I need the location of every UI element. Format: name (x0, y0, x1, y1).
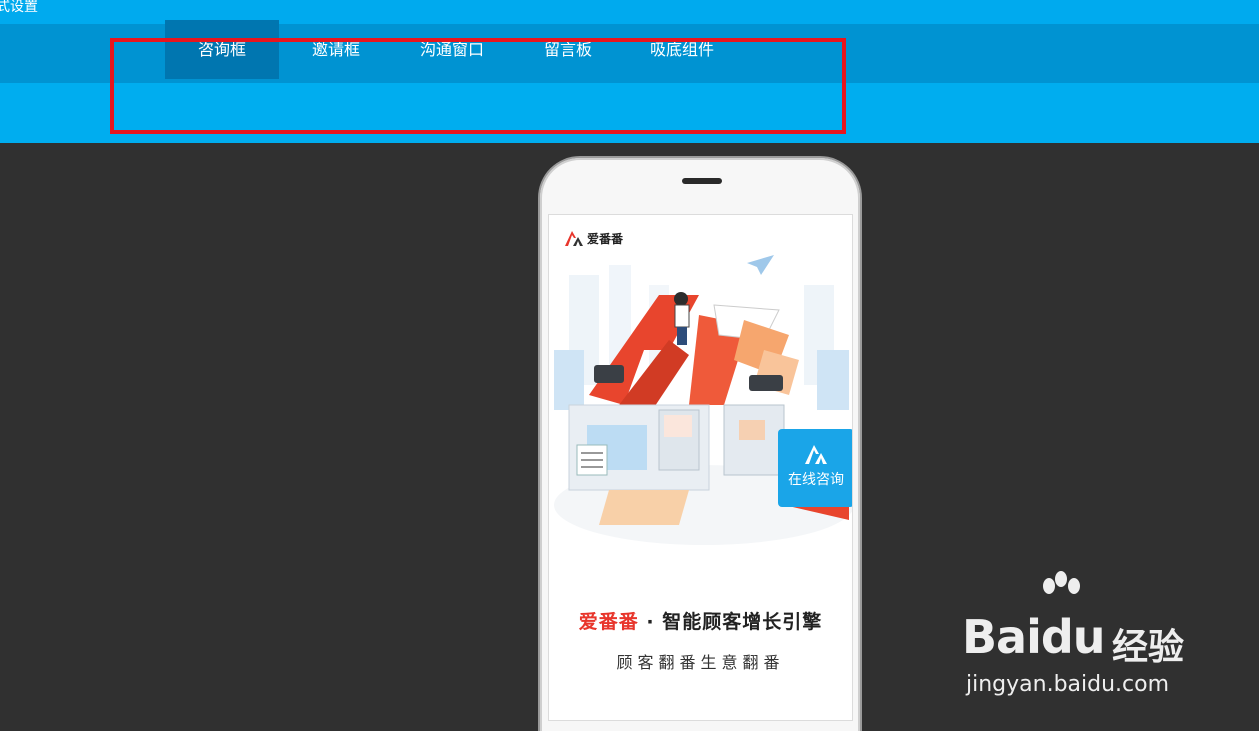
app-root: 式设置 咨询框 邀请框 沟通窗口 留言板 吸底组件 爱番番 在线咨询 爱番番 ·… (0, 0, 1259, 731)
headline-brand: 爱番番 (578, 611, 639, 633)
phone-speaker (682, 178, 722, 184)
watermark-logo-text: Bai (962, 610, 1042, 664)
aifanfan-logo-icon (565, 231, 583, 246)
watermark-logo: Bai du (962, 571, 1106, 664)
watermark-brand-cn: 经验 (1112, 627, 1185, 668)
online-consult-label: 在线咨询 (788, 472, 844, 488)
highlight-annotation (110, 38, 846, 134)
tagline: 顾客翻番生意翻番 (616, 653, 785, 672)
headline: 爱番番 · 智能顾客增长引擎 (549, 607, 852, 634)
phone-preview: 爱番番 在线咨询 爱番番 · 智能顾客增长引擎 顾客翻番生意翻番 (540, 158, 860, 731)
paw-icon (1042, 571, 1080, 594)
hero-illustration (554, 255, 852, 545)
watermark-logo-suffix: du (1040, 610, 1106, 664)
window-title: 式设置 (0, 0, 38, 15)
brand-name: 爱番番 (587, 231, 624, 246)
online-consult-button[interactable]: 在线咨询 (778, 429, 852, 507)
headline-text: 智能顾客增长引擎 (662, 611, 823, 633)
brand-header: 爱番番 (563, 227, 623, 249)
headline-separator: · (638, 611, 663, 633)
baidu-jingyan-watermark: Bai du 经验 jingyan.baidu.com (962, 571, 1202, 706)
aifanfan-logo-icon (805, 445, 827, 464)
phone-screen: 爱番番 在线咨询 爱番番 · 智能顾客增长引擎 顾客翻番生意翻番 (548, 214, 853, 721)
watermark-url: jingyan.baidu.com (966, 672, 1170, 697)
